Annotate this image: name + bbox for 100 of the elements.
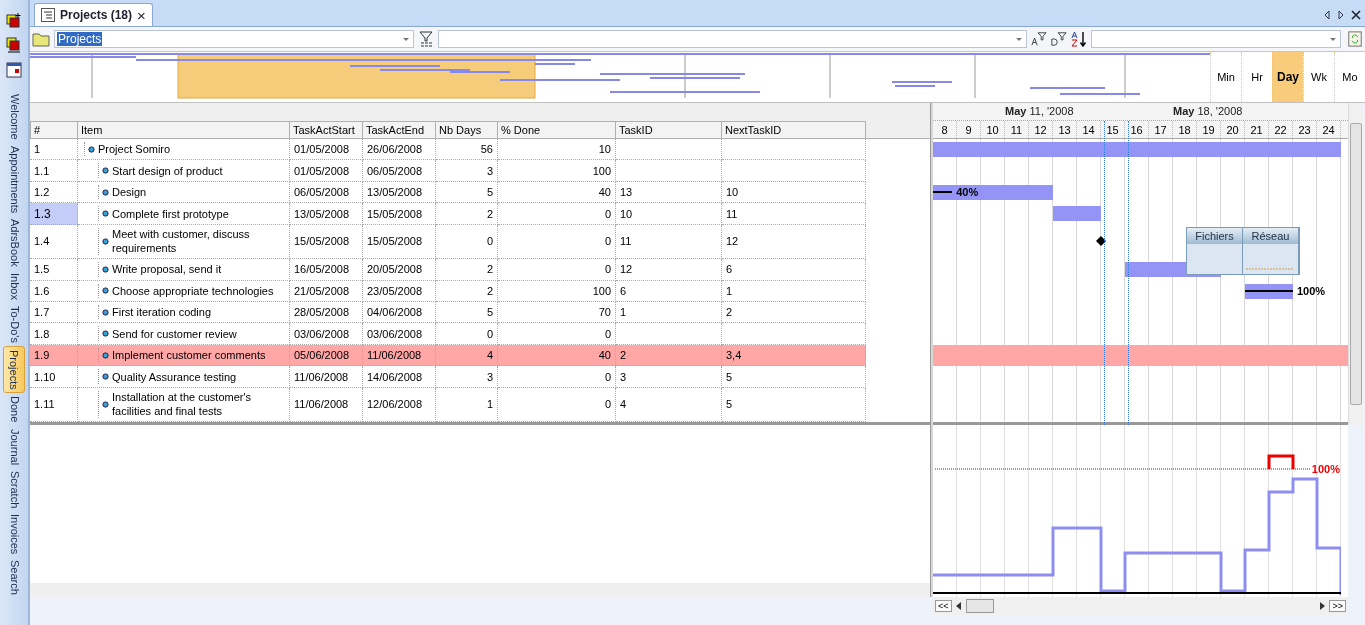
table-cell: 2 <box>436 280 498 302</box>
day-label: 20 <box>1221 121 1245 138</box>
table-cell: 13/05/2008 <box>363 181 436 204</box>
scroll-right-icon[interactable] <box>1337 10 1345 20</box>
table-cell: 40 <box>498 181 616 204</box>
close-icon[interactable] <box>1351 10 1361 20</box>
task-bullet-icon <box>102 237 109 245</box>
widget-tab[interactable]: Réseau <box>1243 228 1299 244</box>
sidebar-tab[interactable]: Appointments <box>3 142 25 216</box>
zoom-level-tab[interactable]: Wk <box>1303 52 1334 102</box>
sidebar-tab[interactable]: AdrsBook <box>3 215 25 270</box>
column-header[interactable]: TaskID <box>616 121 722 139</box>
day-label: 21 <box>1245 121 1269 138</box>
task-name: Project Somiro <box>98 142 171 157</box>
scroll-last-button[interactable]: >> <box>1329 600 1346 612</box>
week-label: May 11, '2008 <box>1005 105 1074 117</box>
table-cell: 15/05/2008 <box>363 224 436 260</box>
vertical-scrollbar[interactable] <box>1348 103 1363 425</box>
sidebar-tab[interactable]: Invoices <box>3 510 25 558</box>
table-cell: 0 <box>498 259 616 281</box>
task-name: Complete first prototype <box>112 206 229 221</box>
sidebar-tab[interactable]: Done <box>3 393 25 426</box>
task-bullet-icon <box>102 188 109 196</box>
table-cell: 11/06/2008 <box>290 366 363 388</box>
table-cell: 10 <box>498 139 616 161</box>
column-header[interactable]: Nb Days <box>436 121 498 139</box>
widget-tab[interactable]: Fichiers <box>1187 228 1243 244</box>
calendar-icon[interactable] <box>6 62 22 78</box>
table-cell: 1.1 <box>30 160 78 182</box>
task-bullet-icon <box>102 308 109 316</box>
scroll-first-button[interactable]: << <box>935 600 952 612</box>
task-name: Write proposal, send it <box>112 262 222 277</box>
table-cell: 2 <box>436 259 498 281</box>
day-label: 15 <box>1101 121 1125 138</box>
table-cell: 2 <box>436 203 498 225</box>
table-cell: 12/06/2008 <box>363 387 436 422</box>
close-icon[interactable]: × <box>137 7 146 23</box>
task-bullet-icon <box>102 400 109 408</box>
day-label: 23 <box>1293 121 1317 138</box>
horizontal-scrollbar[interactable]: << >> <box>933 597 1348 615</box>
task-bar[interactable] <box>1245 283 1293 299</box>
table-cell: 05/06/2008 <box>290 344 363 367</box>
scroll-left-icon[interactable] <box>1323 10 1331 20</box>
column-header[interactable]: TaskActEnd <box>363 121 436 139</box>
copy-item-icon[interactable] <box>6 37 22 53</box>
column-header[interactable]: # <box>30 121 78 139</box>
progress-label: 100% <box>1297 284 1326 297</box>
descending-filter-icon[interactable] <box>1051 31 1068 47</box>
sidebar-tab[interactable]: Scratch <box>3 467 25 511</box>
view-dropdown[interactable]: Projects <box>54 30 414 48</box>
column-header[interactable]: NextTaskID <box>722 121 866 139</box>
day-label: 8 <box>933 121 957 138</box>
sidebar-tab[interactable]: Search <box>3 557 25 599</box>
column-header[interactable]: TaskActStart <box>290 121 363 139</box>
sparkline-drawing <box>1245 265 1295 271</box>
table-cell: 5 <box>436 181 498 204</box>
table-cell: 21/05/2008 <box>290 280 363 302</box>
zoom-level-tab[interactable]: Day <box>1272 52 1303 102</box>
table-cell: 6 <box>616 280 722 302</box>
table-cell: 5 <box>436 301 498 324</box>
ascending-filter-icon[interactable] <box>1031 31 1048 47</box>
folder-icon[interactable] <box>32 31 50 47</box>
table-cell: 2 <box>722 301 866 324</box>
milestone-icon <box>1095 235 1107 248</box>
table-cell: 0 <box>498 224 616 260</box>
sidebar-tab[interactable]: Inbox <box>3 269 25 303</box>
zoom-level-tab[interactable]: Min <box>1210 52 1241 102</box>
day-label: 17 <box>1149 121 1173 138</box>
task-name: First iteration coding <box>112 305 212 320</box>
sidebar-tab[interactable]: Welcome <box>3 91 25 143</box>
scroll-left-icon[interactable] <box>955 602 962 610</box>
table-cell: 16/05/2008 <box>290 259 363 281</box>
table-cell: 28/05/2008 <box>290 301 363 324</box>
zoom-level-tab[interactable]: Mo <box>1334 52 1365 102</box>
refresh-icon[interactable] <box>1347 31 1363 47</box>
table-cell: 5 <box>722 366 866 388</box>
document-tab[interactable]: Projects (18) × <box>34 3 153 26</box>
sidebar-tab[interactable]: Projects <box>3 345 25 394</box>
sidebar-tab[interactable]: Journal <box>3 425 25 468</box>
scroll-right-icon[interactable] <box>1319 602 1326 610</box>
table-cell: 03/06/2008 <box>363 323 436 345</box>
table-cell: 1.7 <box>30 301 78 324</box>
column-header[interactable]: % Done <box>498 121 616 139</box>
table-cell: 13/05/2008 <box>290 203 363 225</box>
scroll-thumb[interactable] <box>965 599 994 613</box>
task-bullet-icon <box>102 373 109 381</box>
task-name: Implement customer comments <box>112 348 266 363</box>
sidebar-tab[interactable]: To-Do's <box>3 302 25 346</box>
new-item-icon[interactable] <box>6 12 22 28</box>
table-cell: 70 <box>498 301 616 324</box>
task-bullet-icon <box>102 265 109 273</box>
table-cell: 0 <box>436 224 498 260</box>
column-header[interactable]: Item <box>78 121 290 139</box>
list-icon <box>41 8 55 22</box>
sort-icon[interactable] <box>1071 31 1088 47</box>
task-bar[interactable] <box>933 184 1053 200</box>
tab-title: Projects (18) <box>60 8 133 22</box>
table-cell: 15/05/2008 <box>290 224 363 260</box>
filter-icon[interactable] <box>417 31 434 47</box>
task-bullet-icon <box>102 287 109 295</box>
